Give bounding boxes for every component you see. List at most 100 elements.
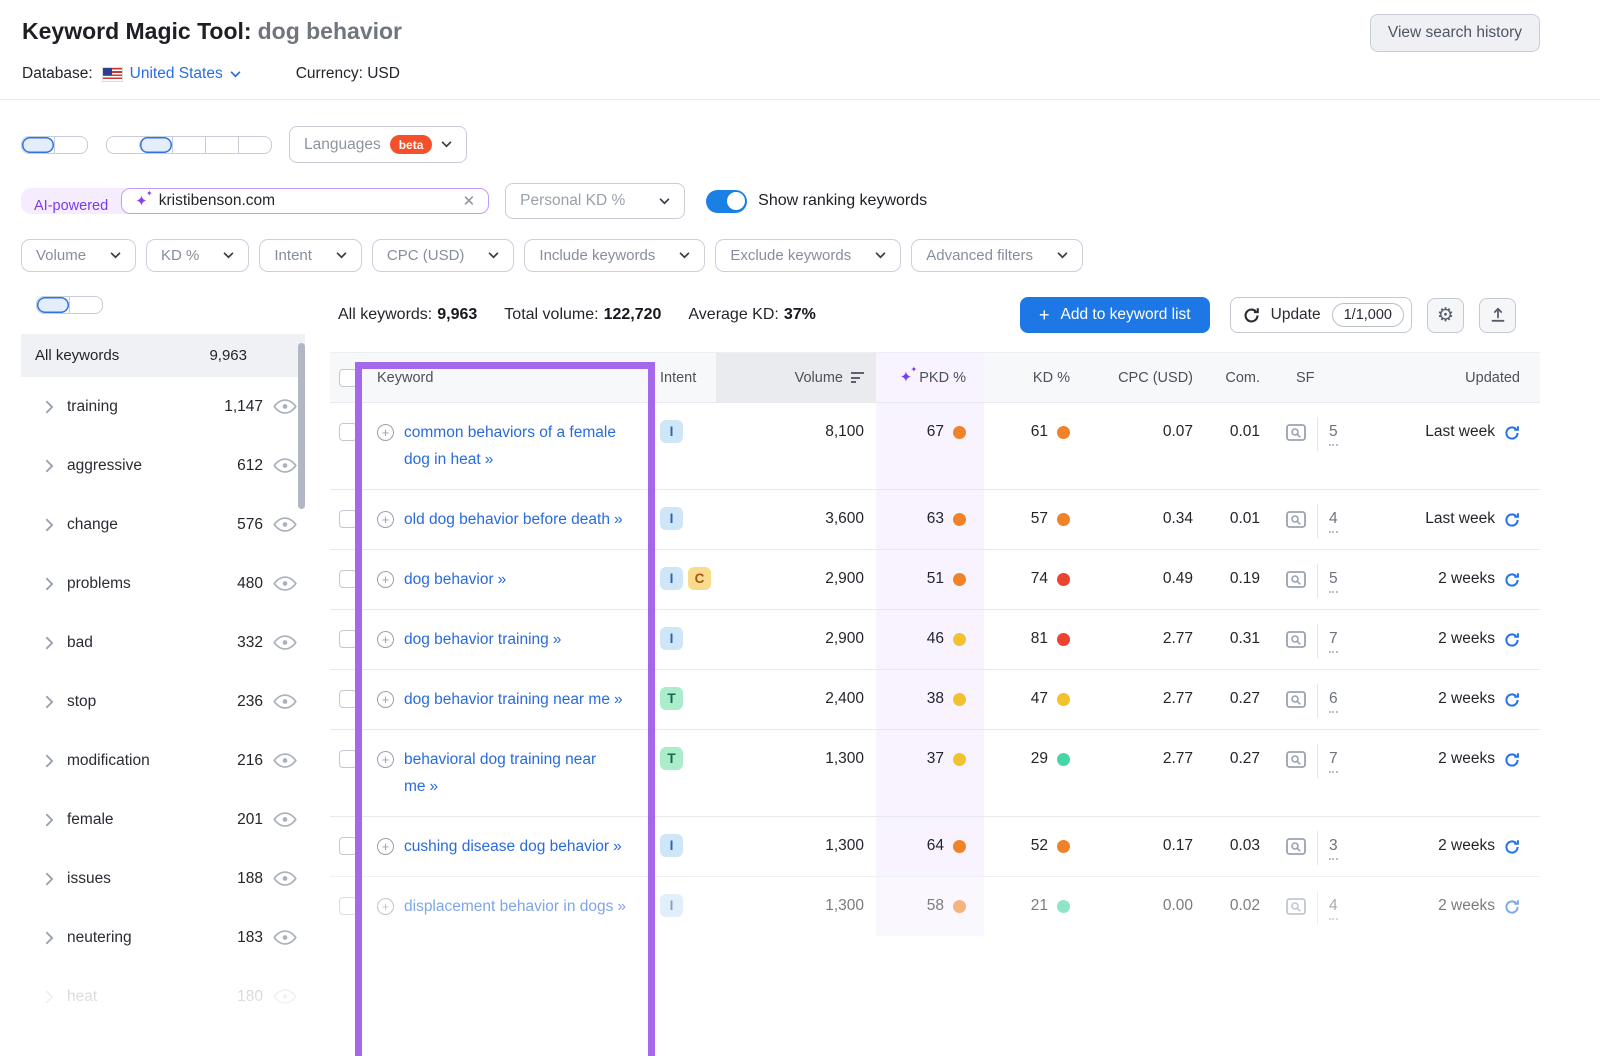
chevron-right-icon[interactable]: [45, 695, 54, 709]
keyword-group-row[interactable]: issues 188: [21, 849, 305, 908]
eye-icon[interactable]: [273, 694, 297, 709]
open-keyword-icon[interactable]: »: [614, 691, 623, 708]
row-checkbox[interactable]: [339, 750, 357, 768]
column-header-volume[interactable]: Volume: [716, 353, 876, 402]
row-checkbox[interactable]: [339, 690, 357, 708]
select-all-checkbox[interactable]: [339, 369, 357, 387]
row-checkbox[interactable]: [339, 897, 357, 915]
add-keyword-icon[interactable]: +: [377, 511, 394, 528]
refresh-metrics-icon[interactable]: [1504, 899, 1520, 915]
eye-icon[interactable]: [273, 989, 297, 1004]
eye-icon[interactable]: [273, 930, 297, 945]
keyword-link[interactable]: displacement behavior in dogs: [404, 898, 613, 915]
group-label[interactable]: female: [67, 811, 237, 829]
serp-features-icon[interactable]: [1286, 898, 1306, 915]
show-ranking-keywords-toggle[interactable]: [706, 190, 747, 213]
filter-dropdown[interactable]: Advanced filters: [911, 239, 1083, 272]
match-type-tab[interactable]: [139, 137, 172, 153]
keyword-link[interactable]: old dog behavior before death: [404, 511, 610, 528]
row-checkbox[interactable]: [339, 570, 357, 588]
keyword-link[interactable]: dog behavior: [404, 571, 494, 588]
row-checkbox[interactable]: [339, 423, 357, 441]
add-keyword-icon[interactable]: +: [377, 691, 394, 708]
update-button[interactable]: Update 1/1,000: [1230, 297, 1412, 333]
eye-icon[interactable]: [273, 871, 297, 886]
eye-icon[interactable]: [273, 517, 297, 532]
column-header-sf[interactable]: SF: [1272, 370, 1360, 386]
group-label[interactable]: training: [67, 398, 224, 416]
group-label[interactable]: aggressive: [67, 457, 237, 475]
column-header-cpc[interactable]: CPC (USD): [1092, 370, 1205, 386]
refresh-metrics-icon[interactable]: [1504, 425, 1520, 441]
keyword-link[interactable]: common behaviors of a female dog in heat: [404, 424, 616, 468]
refresh-metrics-icon[interactable]: [1504, 752, 1520, 768]
scope-tab[interactable]: [22, 137, 54, 153]
sf-count[interactable]: 6: [1329, 690, 1338, 713]
add-to-keyword-list-button[interactable]: +Add to keyword list: [1020, 297, 1210, 333]
settings-button[interactable]: ⚙: [1427, 298, 1464, 333]
chevron-right-icon[interactable]: [45, 577, 54, 591]
group-label[interactable]: heat: [67, 988, 237, 1006]
keyword-group-row[interactable]: neutering 183: [21, 908, 305, 967]
column-header-updated[interactable]: Updated: [1360, 370, 1540, 386]
keyword-group-row[interactable]: heat 180: [21, 967, 305, 1026]
sf-count[interactable]: 4: [1329, 510, 1338, 533]
open-keyword-icon[interactable]: »: [498, 571, 507, 588]
keyword-link[interactable]: cushing disease dog behavior: [404, 838, 609, 855]
add-keyword-icon[interactable]: +: [377, 838, 394, 855]
sf-count[interactable]: 3: [1329, 837, 1338, 860]
serp-features-icon[interactable]: [1286, 838, 1306, 855]
eye-icon[interactable]: [273, 399, 297, 414]
row-checkbox[interactable]: [339, 837, 357, 855]
match-type-tab[interactable]: [172, 137, 205, 153]
sf-count[interactable]: 5: [1329, 423, 1338, 446]
match-type-tab[interactable]: [205, 137, 238, 153]
chevron-right-icon[interactable]: [45, 636, 54, 650]
group-label[interactable]: issues: [67, 870, 237, 888]
sf-count[interactable]: 5: [1329, 570, 1338, 593]
match-type-tab[interactable]: [107, 137, 139, 153]
serp-features-icon[interactable]: [1286, 631, 1306, 648]
chevron-right-icon[interactable]: [45, 990, 54, 1004]
open-keyword-icon[interactable]: »: [614, 511, 623, 528]
add-keyword-icon[interactable]: +: [377, 751, 394, 768]
serp-features-icon[interactable]: [1286, 691, 1306, 708]
serp-features-icon[interactable]: [1286, 571, 1306, 588]
refresh-metrics-icon[interactable]: [1504, 839, 1520, 855]
chevron-right-icon[interactable]: [45, 872, 54, 886]
open-keyword-icon[interactable]: »: [485, 451, 494, 468]
keyword-group-row[interactable]: training 1,147: [21, 377, 305, 436]
serp-features-icon[interactable]: [1286, 424, 1306, 441]
refresh-metrics-icon[interactable]: [1504, 632, 1520, 648]
refresh-metrics-icon[interactable]: [1504, 572, 1520, 588]
view-search-history-button[interactable]: View search history: [1370, 14, 1540, 52]
languages-dropdown[interactable]: Languages beta: [289, 126, 467, 163]
match-type-tab[interactable]: [238, 137, 271, 153]
keyword-link[interactable]: dog behavior training near me: [404, 691, 610, 708]
eye-icon[interactable]: [273, 458, 297, 473]
refresh-metrics-icon[interactable]: [1504, 512, 1520, 528]
group-label[interactable]: neutering: [67, 929, 237, 947]
database-selector[interactable]: United States: [130, 65, 223, 83]
domain-input[interactable]: [157, 191, 454, 211]
column-header-pkd[interactable]: ✦PKD %: [876, 353, 984, 402]
refresh-metrics-icon[interactable]: [1504, 692, 1520, 708]
chevron-down-icon[interactable]: [230, 71, 241, 78]
sidebar-sort-tab[interactable]: [37, 297, 69, 313]
group-label[interactable]: modification: [67, 752, 237, 770]
add-keyword-icon[interactable]: +: [377, 898, 394, 915]
keyword-link[interactable]: dog behavior training: [404, 631, 549, 648]
add-keyword-icon[interactable]: +: [377, 631, 394, 648]
open-keyword-icon[interactable]: »: [553, 631, 562, 648]
row-checkbox[interactable]: [339, 510, 357, 528]
column-header-keyword[interactable]: Keyword: [362, 370, 648, 386]
sf-count[interactable]: 4: [1329, 897, 1338, 920]
serp-features-icon[interactable]: [1286, 751, 1306, 768]
chevron-right-icon[interactable]: [45, 459, 54, 473]
scope-tab[interactable]: [54, 137, 87, 153]
group-label[interactable]: stop: [67, 693, 237, 711]
keyword-group-row[interactable]: stop 236: [21, 672, 305, 731]
column-header-com[interactable]: Com.: [1205, 370, 1272, 386]
group-label[interactable]: change: [67, 516, 237, 534]
chevron-right-icon[interactable]: [45, 400, 54, 414]
